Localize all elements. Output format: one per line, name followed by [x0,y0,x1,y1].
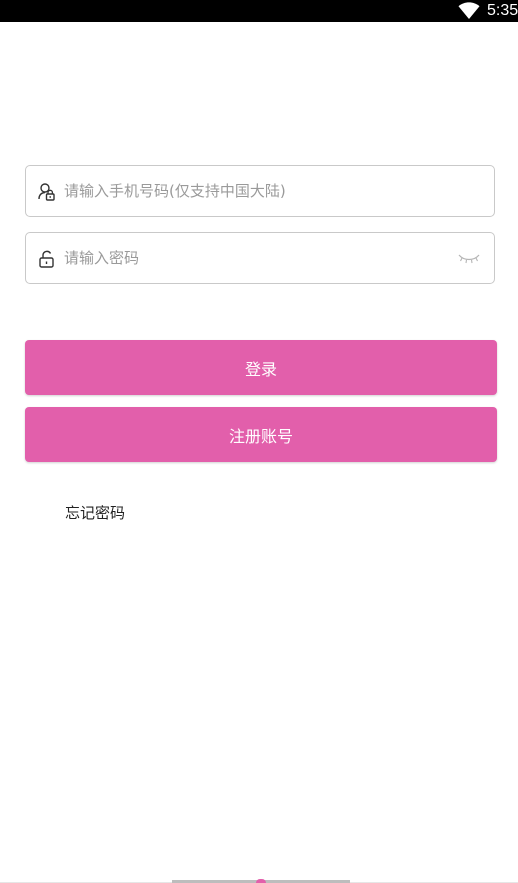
forgot-password-link[interactable]: 忘记密码 [65,502,125,523]
user-lock-icon [38,183,55,201]
password-field[interactable] [25,232,495,284]
phone-input[interactable] [64,166,444,216]
login-button[interactable]: 登录 [25,340,497,395]
register-button[interactable]: 注册账号 [25,407,497,462]
status-bar: 5:35 [0,0,518,22]
status-time: 5:35 [487,2,518,19]
password-input[interactable] [64,233,444,283]
eye-closed-icon[interactable] [458,251,480,265]
phone-field[interactable] [25,165,495,217]
login-button-label: 登录 [244,359,277,379]
unlock-icon [39,250,54,268]
register-button-label: 注册账号 [228,426,293,446]
wifi-icon [458,2,480,19]
nav-indicator [256,879,266,883]
